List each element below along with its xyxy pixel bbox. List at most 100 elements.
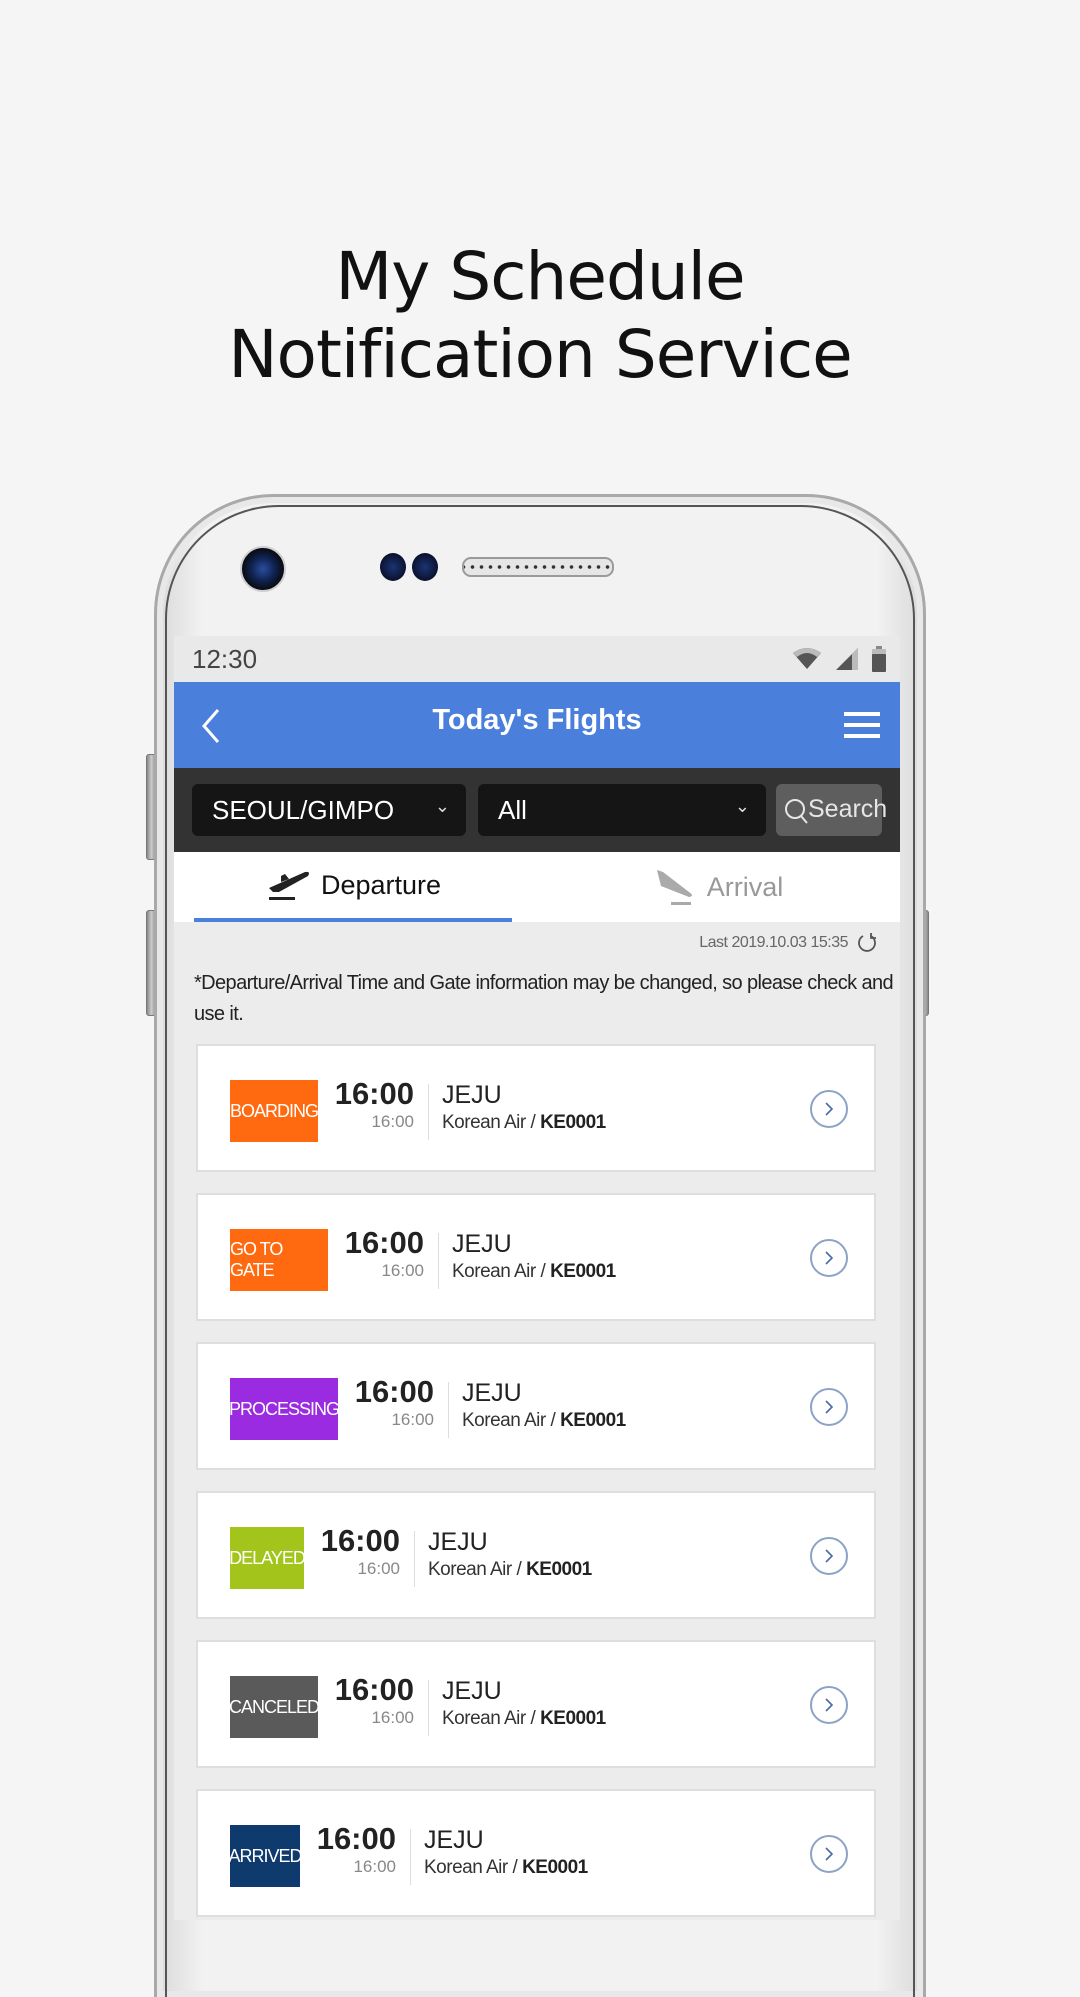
scheduled-time: 16:00 bbox=[334, 1672, 414, 1707]
flight-number: KE0001 bbox=[526, 1559, 592, 1580]
chevron-right-icon bbox=[825, 1251, 834, 1265]
airline-name: Korean Air / bbox=[452, 1261, 546, 1282]
flight-card[interactable]: PROCESSING 16:00 16:00 JEJU Korean Air /… bbox=[196, 1342, 876, 1470]
divider bbox=[428, 1680, 429, 1736]
flight-info: JEJU Korean Air / KE0001 bbox=[424, 1825, 588, 1881]
flight-times: 16:00 16:00 bbox=[332, 1076, 414, 1132]
filter-bar: SEOUL/GIMPO ⌄ All ⌄ Search bbox=[174, 768, 900, 852]
divider bbox=[410, 1829, 411, 1885]
airline-name: Korean Air / bbox=[442, 1708, 536, 1729]
headline: My Schedule Notification Service bbox=[0, 238, 1080, 394]
chevron-right-icon bbox=[825, 1847, 834, 1861]
scheduled-time: 16:00 bbox=[354, 1374, 434, 1409]
airline-flight: Korean Air / KE0001 bbox=[442, 1110, 606, 1136]
status-badge: PROCESSING bbox=[229, 1378, 340, 1440]
speaker-grille-icon bbox=[462, 557, 614, 577]
search-button[interactable]: Search bbox=[776, 784, 887, 836]
scheduled-time: 16:00 bbox=[344, 1225, 424, 1260]
divider bbox=[428, 1084, 429, 1140]
chevron-right-icon bbox=[825, 1549, 834, 1563]
detail-button[interactable] bbox=[810, 1835, 848, 1873]
flight-times: 16:00 16:00 bbox=[332, 1672, 414, 1728]
page-title: Today's Flights bbox=[432, 704, 642, 736]
destination: JEJU bbox=[452, 1230, 512, 1258]
status-badge: GO TO GATE bbox=[230, 1229, 328, 1291]
flight-times: 16:00 16:00 bbox=[352, 1374, 434, 1430]
status-badge: ARRIVED bbox=[229, 1825, 303, 1887]
headline-line-1: My Schedule bbox=[335, 238, 745, 315]
divider bbox=[448, 1382, 449, 1438]
actual-time: 16:00 bbox=[371, 1708, 414, 1727]
flight-type-select[interactable]: All ⌄ bbox=[478, 784, 766, 836]
refresh-icon[interactable] bbox=[856, 932, 878, 954]
chevron-right-icon bbox=[825, 1698, 834, 1712]
airport-select-value: SEOUL/GIMPO bbox=[212, 795, 395, 825]
divider bbox=[438, 1233, 439, 1289]
flight-number: KE0001 bbox=[560, 1410, 626, 1431]
search-button-label: Search bbox=[808, 795, 888, 823]
airline-name: Korean Air / bbox=[428, 1559, 522, 1580]
airport-select[interactable]: SEOUL/GIMPO ⌄ bbox=[192, 784, 466, 836]
detail-button[interactable] bbox=[810, 1388, 848, 1426]
flight-times: 16:00 16:00 bbox=[314, 1821, 396, 1877]
scheduled-time: 16:00 bbox=[316, 1821, 396, 1856]
tab-arrival-label: Arrival bbox=[706, 871, 784, 902]
flight-info: JEJU Korean Air / KE0001 bbox=[462, 1378, 626, 1434]
airline-flight: Korean Air / KE0001 bbox=[452, 1259, 616, 1285]
status-badge: CANCELED bbox=[229, 1676, 320, 1738]
signal-icon bbox=[836, 648, 858, 670]
tab-bar: Departure Arrival bbox=[174, 852, 900, 922]
airline-flight: Korean Air / KE0001 bbox=[462, 1408, 626, 1434]
airline-name: Korean Air / bbox=[424, 1857, 518, 1878]
actual-time: 16:00 bbox=[391, 1410, 434, 1429]
status-bar: 12:30 bbox=[174, 636, 900, 682]
flight-number: KE0001 bbox=[550, 1261, 616, 1282]
destination: JEJU bbox=[428, 1528, 488, 1556]
flight-number: KE0001 bbox=[540, 1112, 606, 1133]
scheduled-time: 16:00 bbox=[320, 1523, 400, 1558]
destination: JEJU bbox=[462, 1379, 522, 1407]
flight-number: KE0001 bbox=[540, 1708, 606, 1729]
destination: JEJU bbox=[424, 1826, 484, 1854]
detail-button[interactable] bbox=[810, 1090, 848, 1128]
flight-info: JEJU Korean Air / KE0001 bbox=[428, 1527, 592, 1583]
flight-card[interactable]: BOARDING 16:00 16:00 JEJU Korean Air / K… bbox=[196, 1044, 876, 1172]
status-badge: DELAYED bbox=[229, 1527, 306, 1589]
detail-button[interactable] bbox=[810, 1686, 848, 1724]
flight-card[interactable]: CANCELED 16:00 16:00 JEJU Korean Air / K… bbox=[196, 1640, 876, 1768]
sensor-icon bbox=[380, 553, 406, 581]
airline-flight: Korean Air / KE0001 bbox=[424, 1855, 588, 1881]
airline-name: Korean Air / bbox=[462, 1410, 556, 1431]
flight-card[interactable]: GO TO GATE 16:00 16:00 JEJU Korean Air /… bbox=[196, 1193, 876, 1321]
notice-text: *Departure/Arrival Time and Gate informa… bbox=[194, 972, 894, 1025]
status-time: 12:30 bbox=[192, 644, 258, 674]
battery-icon bbox=[872, 646, 886, 672]
sensor-icon bbox=[412, 553, 438, 581]
flight-card[interactable]: ARRIVED 16:00 16:00 JEJU Korean Air / KE… bbox=[196, 1789, 876, 1917]
flight-info: JEJU Korean Air / KE0001 bbox=[442, 1080, 606, 1136]
flight-number: KE0001 bbox=[522, 1857, 588, 1878]
actual-time: 16:00 bbox=[353, 1857, 396, 1876]
actual-time: 16:00 bbox=[381, 1261, 424, 1280]
chevron-right-icon bbox=[825, 1400, 834, 1414]
phone-screen: 12:30 Today's Flights SEOUL/GIMPO ⌄ All … bbox=[174, 636, 900, 1920]
destination: JEJU bbox=[442, 1677, 502, 1705]
flight-card[interactable]: DELAYED 16:00 16:00 JEJU Korean Air / KE… bbox=[196, 1491, 876, 1619]
detail-button[interactable] bbox=[810, 1239, 848, 1277]
tab-departure-label: Departure bbox=[320, 869, 442, 900]
app-bar: Today's Flights bbox=[174, 682, 900, 768]
divider bbox=[414, 1531, 415, 1587]
flight-info: JEJU Korean Air / KE0001 bbox=[452, 1229, 616, 1285]
chevron-down-icon: ⌄ bbox=[734, 796, 750, 816]
front-camera-icon bbox=[240, 546, 286, 592]
headline-line-2: Notification Service bbox=[228, 316, 853, 393]
flight-type-select-value: All bbox=[498, 795, 527, 825]
wifi-icon bbox=[793, 648, 821, 669]
chevron-down-icon: ⌄ bbox=[434, 796, 450, 816]
airline-flight: Korean Air / KE0001 bbox=[442, 1706, 606, 1732]
hamburger-menu-icon[interactable] bbox=[844, 710, 880, 740]
destination: JEJU bbox=[442, 1081, 502, 1109]
detail-button[interactable] bbox=[810, 1537, 848, 1575]
tab-departure[interactable]: Departure bbox=[194, 852, 512, 922]
tab-arrival[interactable]: Arrival bbox=[558, 852, 876, 922]
